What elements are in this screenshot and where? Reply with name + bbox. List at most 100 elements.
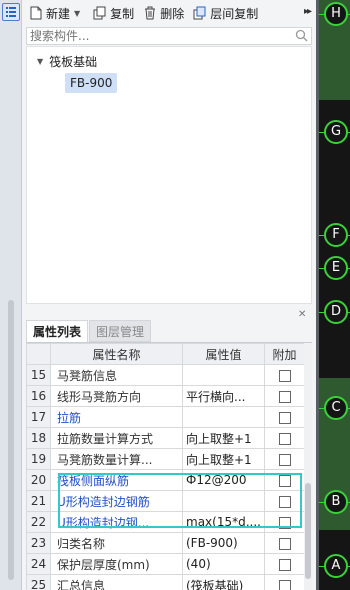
property-value[interactable]: [182, 490, 265, 512]
property-name[interactable]: 线形马凳筋方向: [50, 385, 183, 407]
property-name[interactable]: 汇总信息: [50, 574, 183, 590]
property-value[interactable]: [182, 406, 265, 428]
new-file-icon: [30, 6, 42, 20]
chevron-down-icon[interactable]: ▼: [74, 9, 80, 18]
left-side-strip: [0, 0, 22, 590]
copy-button-label: 复制: [110, 6, 135, 21]
table-row[interactable]: 18 拉筋数量计算方式 向上取整+1: [26, 427, 305, 449]
extra-checkbox[interactable]: [278, 432, 291, 445]
row-number: 15: [26, 364, 51, 386]
expand-arrow-icon[interactable]: ▼: [37, 57, 43, 66]
search-box: [26, 27, 312, 45]
left-scrollbar[interactable]: [8, 300, 14, 580]
property-value[interactable]: Ф12@200: [182, 469, 265, 491]
search-icon[interactable]: [295, 29, 308, 42]
table-row[interactable]: 16 线形马凳筋方向 平行横向...: [26, 385, 305, 407]
property-value[interactable]: 向上取整+1: [182, 448, 265, 470]
property-value[interactable]: 向上取整+1: [182, 427, 265, 449]
toolbar: 新建 ▼ 复制 删除 层间复制 ▸▸: [22, 0, 316, 26]
extra-cell: [264, 427, 305, 449]
extra-checkbox[interactable]: [278, 453, 291, 466]
row-number: 18: [26, 427, 51, 449]
axis-marker[interactable]: D: [324, 300, 348, 324]
floor-copy-icon: [193, 6, 206, 20]
property-name[interactable]: 归类名称: [50, 532, 183, 554]
axis-marker[interactable]: A: [324, 554, 348, 578]
table-row[interactable]: 23 归类名称 (FB-900): [26, 532, 305, 554]
floor-copy-button[interactable]: 层间复制: [190, 2, 261, 24]
property-value[interactable]: (40): [182, 553, 265, 575]
property-name[interactable]: 保护层厚度(mm): [50, 553, 183, 575]
property-name[interactable]: U形构造封边钢...: [50, 511, 183, 533]
row-number: 23: [26, 532, 51, 554]
grid-scrollbar-thumb[interactable]: [305, 483, 311, 579]
extra-checkbox[interactable]: [278, 537, 291, 550]
table-header-row: 属性名称 属性值 附加: [26, 343, 305, 365]
extra-checkbox[interactable]: [278, 474, 291, 487]
close-icon[interactable]: ✕: [298, 309, 306, 320]
table-row[interactable]: 24 保护层厚度(mm) (40): [26, 553, 305, 575]
extra-checkbox[interactable]: [278, 495, 291, 508]
extra-checkbox[interactable]: [278, 411, 291, 424]
tree-group-node[interactable]: ▼ 筏板基础: [37, 53, 97, 70]
property-name[interactable]: 马凳筋信息: [50, 364, 183, 386]
table-row[interactable]: 22 U形构造封边钢... max(15*d,...: [26, 511, 305, 533]
extra-cell: [264, 532, 305, 554]
delete-button-label: 删除: [160, 6, 185, 21]
row-number: 17: [26, 406, 51, 428]
new-button[interactable]: 新建 ▼: [26, 2, 87, 24]
copy-button[interactable]: 复制: [90, 2, 137, 24]
column-header-value: 属性值: [182, 343, 265, 365]
table-row[interactable]: 25 汇总信息 (筏板基础): [26, 574, 305, 590]
list-view-icon[interactable]: [2, 3, 20, 21]
property-name[interactable]: U形构造封边钢筋: [50, 490, 183, 512]
extra-cell: [264, 364, 305, 386]
extra-cell: [264, 574, 305, 590]
row-number: 20: [26, 469, 51, 491]
delete-button[interactable]: 删除: [140, 2, 187, 24]
property-grid: 属性名称 属性值 附加 15 马凳筋信息 16 线形马凳筋方向 平行横向... 17 拉筋 1…: [26, 342, 312, 590]
toolbar-overflow-icon[interactable]: ▸▸: [304, 6, 312, 17]
table-row[interactable]: 19 马凳筋数量计算... 向上取整+1: [26, 448, 305, 470]
property-value[interactable]: (FB-900): [182, 532, 265, 554]
property-value[interactable]: (筏板基础): [182, 574, 265, 590]
extra-cell: [264, 553, 305, 575]
extra-checkbox[interactable]: [278, 579, 291, 590]
property-name[interactable]: 筏板侧面纵筋: [50, 469, 183, 491]
table-row[interactable]: 20 筏板侧面纵筋 Ф12@200: [26, 469, 305, 491]
trash-icon: [145, 6, 156, 20]
property-value[interactable]: [182, 364, 265, 386]
extra-cell: [264, 469, 305, 491]
row-number: 16: [26, 385, 51, 407]
search-input[interactable]: [27, 28, 277, 44]
table-row[interactable]: 21 U形构造封边钢筋: [26, 490, 305, 512]
tab-layer-management[interactable]: 图层管理: [89, 320, 152, 342]
extra-checkbox[interactable]: [278, 516, 291, 529]
property-value[interactable]: max(15*d,...: [182, 511, 265, 533]
new-button-label: 新建: [46, 6, 71, 21]
axis-marker[interactable]: E: [324, 256, 348, 280]
extra-checkbox[interactable]: [278, 390, 291, 403]
axis-marker[interactable]: G: [324, 120, 348, 144]
property-name[interactable]: 拉筋: [50, 406, 183, 428]
tree-item-fb-900[interactable]: FB-900: [65, 73, 118, 93]
column-header-index: [26, 343, 51, 365]
row-number: 24: [26, 553, 51, 575]
grid-scrollbar[interactable]: [304, 343, 312, 590]
extra-cell: [264, 406, 305, 428]
extra-cell: [264, 511, 305, 533]
copy-icon: [93, 6, 106, 20]
axis-marker[interactable]: C: [324, 396, 348, 420]
property-name[interactable]: 马凳筋数量计算...: [50, 448, 183, 470]
axis-marker[interactable]: F: [324, 223, 348, 247]
axis-marker[interactable]: B: [324, 490, 348, 514]
extra-checkbox[interactable]: [278, 369, 291, 382]
table-row[interactable]: 17 拉筋: [26, 406, 305, 428]
table-row[interactable]: 15 马凳筋信息: [26, 364, 305, 386]
extra-checkbox[interactable]: [278, 558, 291, 571]
property-value[interactable]: 平行横向...: [182, 385, 265, 407]
axis-marker[interactable]: H: [324, 2, 348, 26]
tab-property-list[interactable]: 属性列表: [26, 320, 89, 342]
property-name[interactable]: 拉筋数量计算方式: [50, 427, 183, 449]
drawing-canvas[interactable]: H G FED C B A: [316, 0, 350, 590]
